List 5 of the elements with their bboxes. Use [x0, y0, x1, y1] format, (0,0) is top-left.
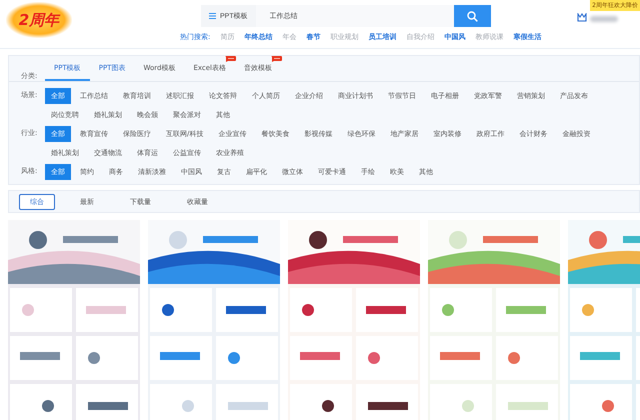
search-button[interactable]	[454, 5, 491, 27]
crown-icon	[577, 13, 587, 22]
username-blur	[590, 16, 618, 22]
search-icon	[467, 10, 478, 22]
menu-icon	[209, 13, 216, 19]
